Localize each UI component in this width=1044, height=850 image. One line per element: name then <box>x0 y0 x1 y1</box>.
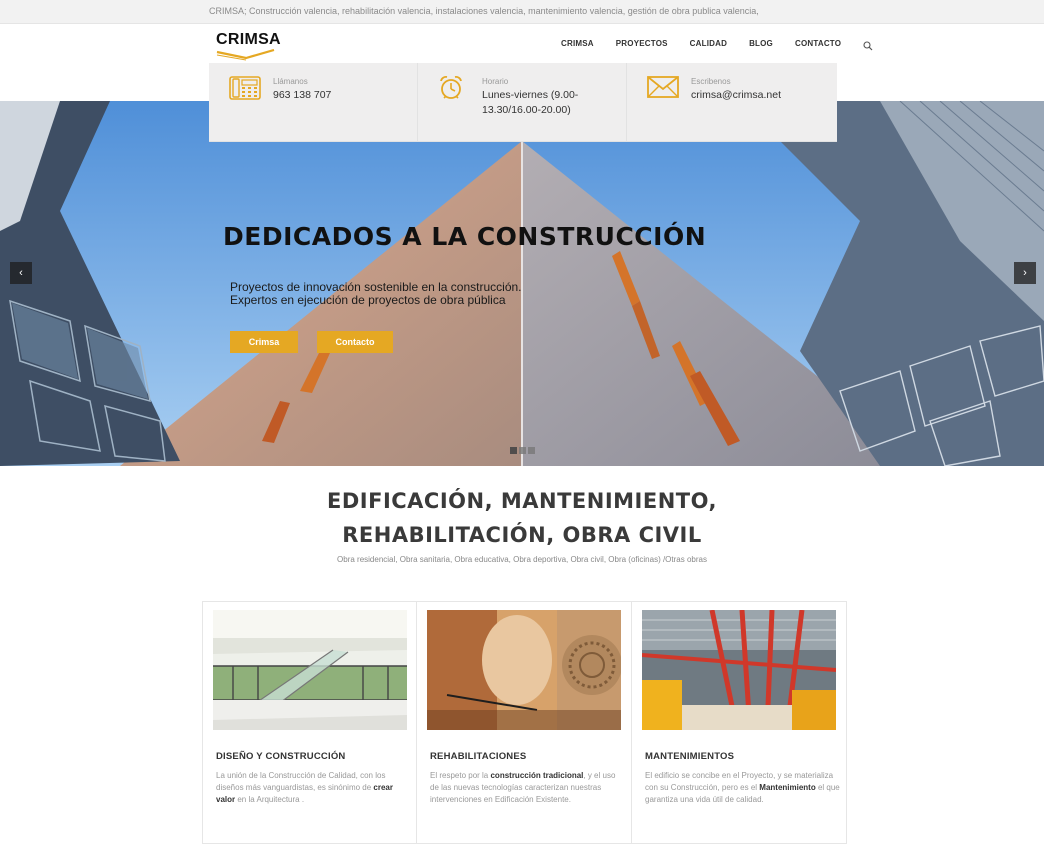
card-title: MANTENIMIENTOS <box>645 751 735 762</box>
hero-title: DEDICADOS A LA CONSTRUCCIÓN <box>223 222 707 251</box>
search-icon[interactable] <box>863 38 873 51</box>
hero-subtitle-line2: Expertos en ejecución de proyectos de ob… <box>230 293 506 307</box>
next-slide-arrow-icon[interactable]: › <box>1014 262 1036 284</box>
card-image-rehabilitation[interactable] <box>427 610 621 730</box>
crimsa-button[interactable]: Crimsa <box>230 331 298 353</box>
hero-subtitle: Proyectos de innovación sostenible en la… <box>230 281 522 307</box>
info-email: Escribenos crimsa@crimsa.net <box>627 63 836 142</box>
card-mantenimientos: MANTENIMIENTOS El edificio se concibe en… <box>632 601 847 844</box>
card-text-after: en la Arquitectura . <box>235 795 305 804</box>
main-nav: CRIMSA PROYECTOS CALIDAD BLOG CONTACTO <box>561 38 873 51</box>
hero-slider: DEDICADOS A LA CONSTRUCCIÓN Proyectos de… <box>0 101 1044 466</box>
card-image-maintenance[interactable] <box>642 610 836 730</box>
nav-item-calidad[interactable]: CALIDAD <box>690 39 727 48</box>
nav-item-proyectos[interactable]: PROYECTOS <box>616 39 668 48</box>
alarm-clock-icon <box>438 75 464 106</box>
logo[interactable]: CRIMSA <box>216 29 281 63</box>
card-rehabilitaciones: REHABILITACIONES El respeto por la const… <box>417 601 632 844</box>
card-image-interior[interactable] <box>213 610 407 730</box>
hours-label: Horario <box>482 77 509 86</box>
card-title: REHABILITACIONES <box>430 751 527 762</box>
section-title-line2: REHABILITACIÓN, OBRA CIVIL <box>342 523 702 547</box>
phone-icon <box>229 75 261 106</box>
service-cards: DISEÑO Y CONSTRUCCIÓN La unión de la Con… <box>202 601 847 844</box>
hero-building-image <box>0 101 1044 466</box>
card-text: La unión de la Construcción de Calidad, … <box>216 770 412 806</box>
nav-item-crimsa[interactable]: CRIMSA <box>561 39 594 48</box>
phone-label: Llámanos <box>273 77 308 86</box>
contacto-button[interactable]: Contacto <box>317 331 393 353</box>
top-bar: CRIMSA; Construcción valencia, rehabilit… <box>0 0 1044 24</box>
phone-value[interactable]: 963 138 707 <box>273 88 331 103</box>
section-subtitle: Obra residencial, Obra sanitaria, Obra e… <box>337 555 707 564</box>
email-label: Escribenos <box>691 77 731 86</box>
card-text-before: El respeto por la <box>430 771 491 780</box>
card-title: DISEÑO Y CONSTRUCCIÓN <box>216 751 346 762</box>
nav-item-contacto[interactable]: CONTACTO <box>795 39 841 48</box>
logo-swoosh-icon <box>216 49 275 61</box>
card-text: El edificio se concibe en el Proyecto, y… <box>645 770 841 806</box>
card-text: El respeto por la construcción tradicion… <box>430 770 626 806</box>
info-hours: Horario Lunes-viernes (9.00-13.30/16.00-… <box>418 63 627 142</box>
envelope-icon <box>647 75 679 104</box>
prev-slide-arrow-icon[interactable]: ‹ <box>10 262 32 284</box>
card-text-bold: Mantenimiento <box>759 783 816 792</box>
hours-value: Lunes-viernes (9.00-13.30/16.00-20.00) <box>482 89 579 116</box>
card-diseno-construccion: DISEÑO Y CONSTRUCCIÓN La unión de la Con… <box>202 601 417 844</box>
slider-dots <box>510 447 535 454</box>
logo-text: CRIMSA <box>216 31 281 48</box>
site-header: CRIMSA CRIMSA PROYECTOS CALIDAD BLOG CON… <box>0 24 1044 64</box>
contact-info-bar: Llámanos 963 138 707 Horario Lunes-viern… <box>209 63 837 142</box>
slider-dot-1[interactable] <box>510 447 517 454</box>
email-value[interactable]: crimsa@crimsa.net <box>691 88 781 103</box>
card-text-before: La unión de la Construcción de Calidad, … <box>216 771 386 792</box>
slider-dot-2[interactable] <box>519 447 526 454</box>
section-title-line1: EDIFICACIÓN, MANTENIMIENTO, <box>327 489 717 513</box>
card-text-bold: construcción tradicional <box>490 771 584 780</box>
slider-dot-3[interactable] <box>528 447 535 454</box>
tagline: CRIMSA; Construcción valencia, rehabilit… <box>209 6 759 16</box>
nav-item-blog[interactable]: BLOG <box>749 39 773 48</box>
info-phone: Llámanos 963 138 707 <box>209 63 418 142</box>
